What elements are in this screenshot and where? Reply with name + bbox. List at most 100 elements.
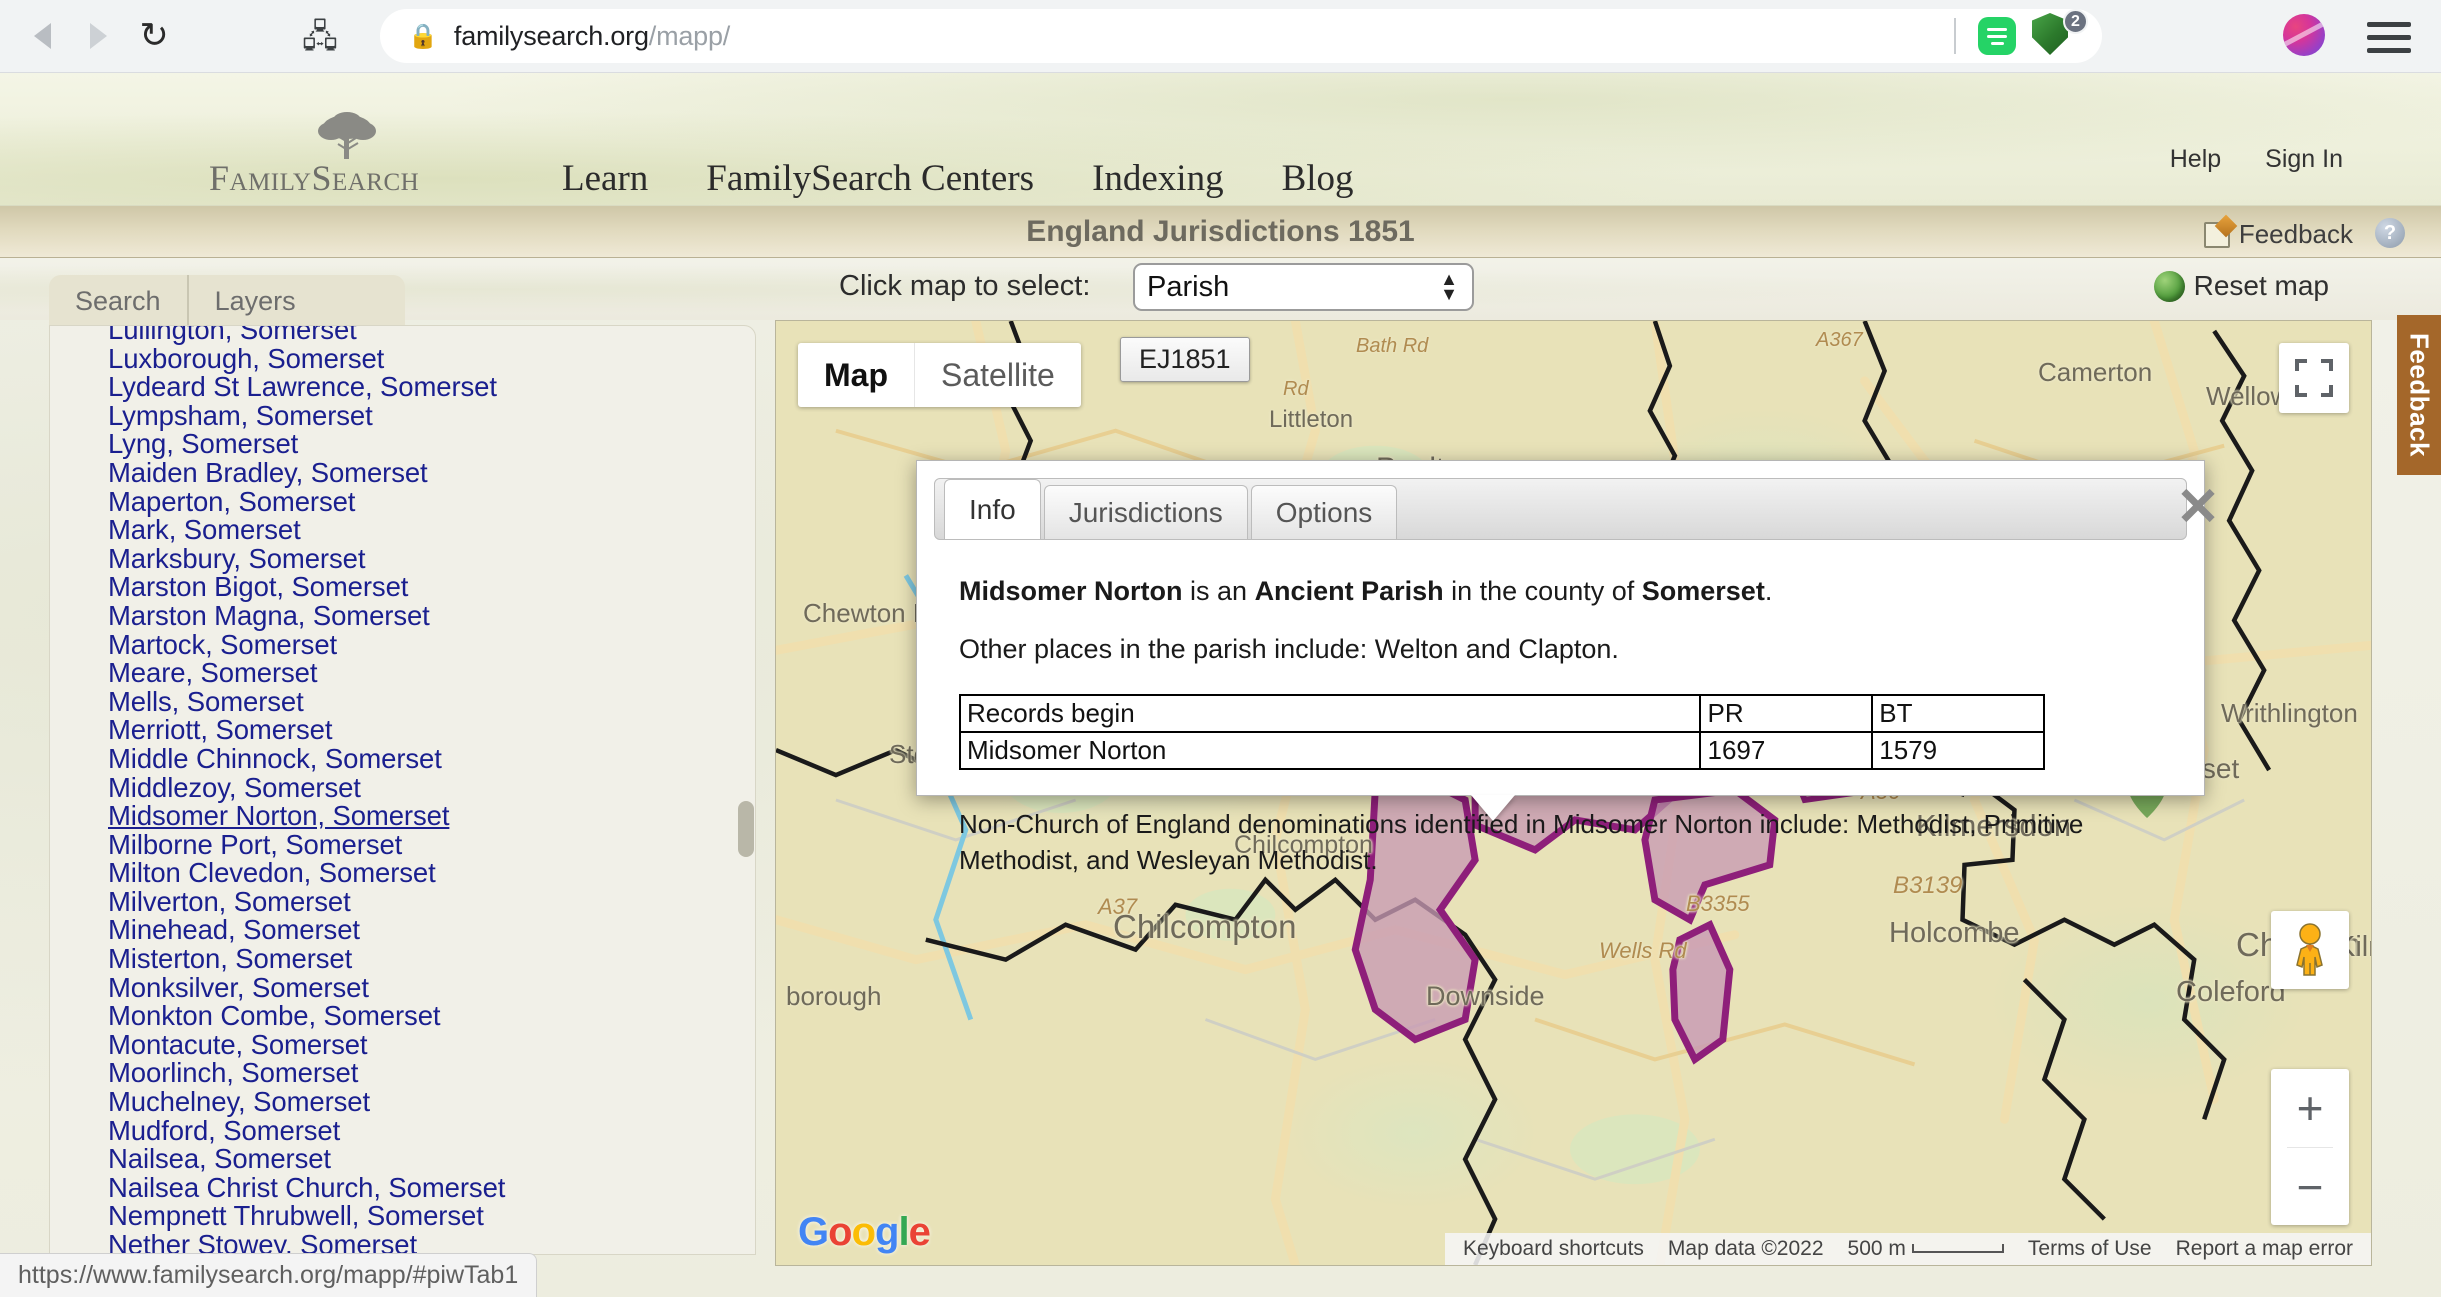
sidebar-scrollbar[interactable] <box>738 331 754 1251</box>
list-item[interactable]: Lympsham, Somerset <box>108 401 755 431</box>
sidebar: Search Layers Lullington, Somerset Luxbor… <box>49 275 756 1260</box>
list-item[interactable]: Mudford, Somerset <box>108 1116 755 1146</box>
help-question-icon[interactable]: ? <box>2375 218 2405 248</box>
report-map-error-link[interactable]: Report a map error <box>2164 1237 2365 1261</box>
list-item[interactable]: Lullington, Somerset <box>108 326 755 345</box>
list-item[interactable]: Maperton, Somerset <box>108 487 755 517</box>
list-item[interactable]: Nailsea, Somerset <box>108 1145 755 1174</box>
reader-extension-icon[interactable] <box>1978 17 2016 55</box>
forward-button[interactable] <box>70 8 126 64</box>
popup-place-name: Midsomer Norton <box>959 576 1183 606</box>
list-item[interactable]: Merriott, Somerset <box>108 716 755 745</box>
list-item[interactable]: Marston Magna, Somerset <box>108 601 755 631</box>
popup-tab-options[interactable]: Options <box>1250 485 1398 539</box>
help-link[interactable]: Help <box>2170 145 2221 174</box>
popup-tab-jurisdictions[interactable]: Jurisdictions <box>1043 485 1248 539</box>
sidebar-scrollbar-thumb[interactable] <box>738 801 754 857</box>
street-view-pegman-icon[interactable] <box>2271 911 2349 989</box>
address-bar-url: familysearch.org/mapp/ <box>453 20 731 51</box>
app-title-bar: England Jurisdictions 1851 Feedback ? <box>0 206 2441 258</box>
side-feedback-tab[interactable]: Feedback <box>2397 315 2441 475</box>
list-item[interactable]: Moorlinch, Somerset <box>108 1059 755 1088</box>
fullscreen-icon[interactable] <box>2279 343 2349 413</box>
list-item[interactable]: Muchelney, Somerset <box>108 1087 755 1117</box>
zoom-out-button[interactable]: − <box>2271 1148 2349 1226</box>
list-item[interactable]: Maiden Bradley, Somerset <box>108 458 755 488</box>
address-bar[interactable]: 🔒 familysearch.org/mapp/ 2 <box>380 9 2102 63</box>
popup-summary-mid1: is an <box>1182 576 1255 606</box>
list-item[interactable]: Mells, Somerset <box>108 687 755 717</box>
list-item[interactable]: Middle Chinnock, Somerset <box>108 744 755 774</box>
sidebar-tab-search[interactable]: Search <box>49 275 187 328</box>
list-item[interactable]: Marksbury, Somerset <box>108 544 755 574</box>
browser-toolbar: ↻ 🖧 🔒 familysearch.org/mapp/ 2 <box>0 0 2441 73</box>
close-x-icon[interactable] <box>2178 485 2218 525</box>
map-type-map-button[interactable]: Map <box>798 343 914 407</box>
hamburger-menu-icon[interactable] <box>2367 22 2411 53</box>
back-arrow-icon <box>33 23 51 49</box>
list-item[interactable]: Milton Clevedon, Somerset <box>108 859 755 888</box>
table-cell-place: Midsomer Norton <box>958 730 1702 770</box>
globe-icon <box>2153 270 2185 302</box>
zoom-control: + − <box>2271 1069 2349 1225</box>
pegman-figure-icon <box>2296 923 2323 976</box>
nav-item-familysearch-centers[interactable]: FamilySearch Centers <box>706 157 1034 200</box>
popup-summary: Midsomer Norton is an Ancient Parish in … <box>959 573 2162 609</box>
shield-extension-icon[interactable]: 2 <box>2032 9 2088 59</box>
list-item[interactable]: Meare, Somerset <box>108 659 755 688</box>
list-item[interactable]: Minehead, Somerset <box>108 916 755 945</box>
popup-pointer <box>1471 795 1515 821</box>
list-item[interactable]: Mark, Somerset <box>108 516 755 545</box>
list-item[interactable]: Monkton Combe, Somerset <box>108 1002 755 1031</box>
reload-button[interactable]: ↻ <box>126 8 182 64</box>
terms-of-use-link[interactable]: Terms of Use <box>2016 1237 2164 1261</box>
feedback-label: Feedback <box>2238 219 2353 249</box>
popup-tab-info[interactable]: Info <box>944 479 1041 539</box>
place-list[interactable]: Lullington, Somerset Luxborough, Somerset… <box>49 325 756 1255</box>
site-header: Help Sign In FamilySearch Learn FamilySe… <box>0 73 2441 206</box>
list-item[interactable]: Lyng, Somerset <box>108 430 755 459</box>
keyboard-shortcuts-link[interactable]: Keyboard shortcuts <box>1451 1237 1656 1261</box>
list-item[interactable]: Monksilver, Somerset <box>108 973 755 1003</box>
list-item[interactable]: Milborne Port, Somerset <box>108 830 755 860</box>
sidebar-tabs: Search Layers <box>49 275 405 328</box>
place-list-item-selected[interactable]: Midsomer Norton, Somerset <box>108 801 755 831</box>
map-scale: 500 m <box>1836 1237 2016 1261</box>
layer-ej1851-button[interactable]: EJ1851 <box>1120 337 1250 382</box>
zoom-in-button[interactable]: + <box>2271 1069 2349 1147</box>
nav-item-blog[interactable]: Blog <box>1282 157 1354 200</box>
list-item[interactable]: Middlezoy, Somerset <box>108 773 755 803</box>
map-type-satellite-button[interactable]: Satellite <box>914 343 1081 407</box>
jurisdiction-select-value: Parish <box>1147 270 1230 303</box>
profile-avatar[interactable] <box>2283 14 2325 56</box>
table-cell-pr: 1697 <box>1699 730 1874 770</box>
jurisdiction-select[interactable]: Parish ▲ ▼ <box>1133 263 1474 311</box>
back-button[interactable] <box>14 8 70 64</box>
list-item[interactable]: Misterton, Somerset <box>108 944 755 974</box>
popup-tabs: Info Jurisdictions Options <box>934 478 2187 540</box>
forward-arrow-icon <box>89 23 107 49</box>
list-item[interactable]: Nether Stowey, Somerset <box>108 1230 755 1254</box>
familysearch-logo[interactable]: FamilySearch <box>209 112 467 207</box>
list-item[interactable]: Lydeard St Lawrence, Somerset <box>108 373 755 402</box>
reset-map-button[interactable]: Reset map <box>2153 270 2329 302</box>
list-item[interactable]: Marston Bigot, Somerset <box>108 573 755 602</box>
nav-item-learn[interactable]: Learn <box>562 157 648 200</box>
list-item[interactable]: Nailsea Christ Church, Somerset <box>108 1173 755 1203</box>
list-item[interactable]: Montacute, Somerset <box>108 1030 755 1060</box>
feedback-link[interactable]: Feedback <box>2203 219 2353 250</box>
list-item[interactable]: Nempnett Thrubwell, Somerset <box>108 1202 755 1231</box>
sidebar-tab-layers[interactable]: Layers <box>186 275 322 328</box>
nav-item-indexing[interactable]: Indexing <box>1092 157 1224 200</box>
list-item[interactable]: Martock, Somerset <box>108 630 755 660</box>
table-header-records-begin: Records begin <box>958 693 1702 733</box>
popup-summary-end: . <box>1764 576 1773 606</box>
list-item[interactable]: Luxborough, Somerset <box>108 344 755 374</box>
table-row: Midsomer Norton 1697 1579 <box>958 730 2045 770</box>
reset-map-label: Reset map <box>2193 270 2329 301</box>
sign-in-link[interactable]: Sign In <box>2265 145 2343 174</box>
map-data-copyright: Map data ©2022 <box>1667 1237 1824 1260</box>
popup-content: Midsomer Norton is an Ancient Parish in … <box>939 551 2182 875</box>
bookmark-button[interactable]: 🖧 <box>292 8 348 64</box>
list-item[interactable]: Milverton, Somerset <box>108 887 755 917</box>
